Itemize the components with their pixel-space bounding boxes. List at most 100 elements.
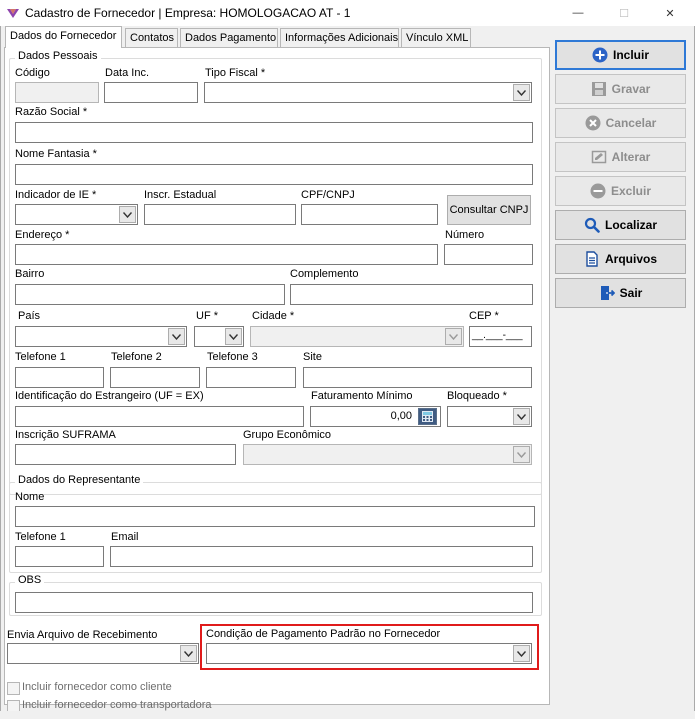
calculator-icon[interactable] bbox=[418, 408, 437, 425]
cep-field[interactable]: __.___-___ bbox=[469, 326, 532, 347]
representante-legend: Dados do Representante bbox=[15, 474, 144, 486]
ident-estrangeiro-field[interactable] bbox=[15, 406, 304, 427]
razao-social-label: Razão Social * bbox=[15, 106, 88, 118]
ident-estrangeiro-label: Identificação do Estrangeiro (UF = EX) bbox=[15, 390, 204, 402]
tab-dados-fornecedor[interactable]: Dados do Fornecedor bbox=[5, 26, 122, 48]
faturamento-minimo-label: Faturamento Mínimo bbox=[311, 390, 413, 402]
incluir-button[interactable]: Incluir bbox=[555, 40, 686, 70]
rep-telefone1-label: Telefone 1 bbox=[15, 531, 66, 543]
complemento-label: Complemento bbox=[290, 268, 359, 280]
sair-button[interactable]: Sair bbox=[555, 278, 686, 308]
complemento-field[interactable] bbox=[290, 284, 533, 305]
chevron-down-icon[interactable] bbox=[513, 84, 530, 101]
obs-legend: OBS bbox=[15, 574, 45, 586]
grupo-economico-select bbox=[243, 444, 532, 465]
tab-contatos[interactable]: Contatos bbox=[125, 28, 178, 47]
chevron-down-icon bbox=[513, 446, 530, 463]
gravar-button[interactable]: Gravar bbox=[555, 74, 686, 104]
tipo-fiscal-select[interactable] bbox=[204, 82, 532, 103]
inscr-estadual-label: Inscr. Estadual bbox=[144, 189, 217, 201]
dados-pessoais-legend: Dados Pessoais bbox=[15, 50, 101, 62]
codigo-label: Código bbox=[15, 67, 50, 79]
search-icon bbox=[584, 217, 600, 233]
envia-arquivo-label: Envia Arquivo de Recebimento bbox=[7, 629, 158, 641]
cidade-select bbox=[250, 326, 464, 347]
cpf-cnpj-label: CPF/CNPJ bbox=[301, 189, 355, 201]
tab-dados-pagamento[interactable]: Dados Pagamento bbox=[180, 28, 278, 47]
plus-circle-icon bbox=[592, 47, 608, 63]
incluir-cliente-checkbox[interactable] bbox=[7, 682, 20, 695]
bairro-label: Bairro bbox=[15, 268, 45, 280]
codigo-field bbox=[15, 82, 99, 103]
inscricao-suframa-label: Inscrição SUFRAMA bbox=[15, 429, 116, 441]
localizar-button[interactable]: Localizar bbox=[555, 210, 686, 240]
pais-label: País bbox=[18, 310, 41, 322]
rep-email-field[interactable] bbox=[110, 546, 533, 567]
site-label: Site bbox=[303, 351, 322, 363]
alterar-button[interactable]: Alterar bbox=[555, 142, 686, 172]
numero-field[interactable] bbox=[444, 244, 533, 265]
telefone2-field[interactable] bbox=[110, 367, 200, 388]
condicao-pagamento-select[interactable] bbox=[206, 643, 532, 664]
minimize-button[interactable]: — bbox=[555, 0, 601, 26]
condicao-pagamento-label: Condição de Pagamento Padrão no Forneced… bbox=[206, 628, 441, 640]
cpf-cnpj-field[interactable] bbox=[301, 204, 438, 225]
close-button[interactable]: ✕ bbox=[647, 0, 693, 26]
grupo-economico-label: Grupo Econômico bbox=[243, 429, 332, 441]
telefone1-field[interactable] bbox=[15, 367, 104, 388]
chevron-down-icon bbox=[445, 328, 462, 345]
chevron-down-icon[interactable] bbox=[180, 645, 197, 662]
data-inc-field[interactable] bbox=[104, 82, 198, 103]
tab-informacoes-adicionais[interactable]: Informações Adicionais bbox=[280, 28, 399, 47]
bairro-field[interactable] bbox=[15, 284, 285, 305]
rep-nome-label: Nome bbox=[15, 491, 45, 503]
rep-nome-field[interactable] bbox=[15, 506, 535, 527]
inscr-estadual-field[interactable] bbox=[144, 204, 296, 225]
chevron-down-icon[interactable] bbox=[168, 328, 185, 345]
close-icon: ✕ bbox=[665, 7, 675, 20]
cidade-label: Cidade * bbox=[252, 310, 295, 322]
window-title: Cadastro de Fornecedor | Empresa: HOMOLO… bbox=[25, 6, 351, 20]
site-field[interactable] bbox=[303, 367, 532, 388]
maximize-icon: ☐ bbox=[619, 7, 629, 20]
edit-icon bbox=[591, 150, 606, 164]
uf-label: UF * bbox=[196, 310, 218, 322]
consultar-cnpj-button[interactable]: Consultar CNPJ bbox=[447, 195, 531, 225]
chevron-down-icon[interactable] bbox=[513, 645, 530, 662]
rep-telefone1-field[interactable] bbox=[15, 546, 104, 567]
excluir-button[interactable]: Excluir bbox=[555, 176, 686, 206]
arquivos-button[interactable]: Arquivos bbox=[555, 244, 686, 274]
obs-field[interactable] bbox=[15, 592, 533, 613]
title-bar: Cadastro de Fornecedor | Empresa: HOMOLO… bbox=[0, 0, 695, 26]
endereco-field[interactable] bbox=[15, 244, 438, 265]
tipo-fiscal-label: Tipo Fiscal * bbox=[205, 67, 266, 79]
bloqueado-select[interactable] bbox=[447, 406, 532, 427]
indicador-ie-select[interactable] bbox=[15, 204, 138, 225]
status-bar bbox=[0, 711, 695, 719]
razao-social-field[interactable] bbox=[15, 122, 533, 143]
telefone3-field[interactable] bbox=[206, 367, 296, 388]
rep-email-label: Email bbox=[111, 531, 139, 543]
chevron-down-icon[interactable] bbox=[225, 328, 242, 345]
save-icon bbox=[591, 82, 606, 96]
maximize-button[interactable]: ☐ bbox=[601, 0, 647, 26]
chevron-down-icon[interactable] bbox=[119, 206, 136, 223]
incluir-transportadora-label: Incluir fornecedor como transportadora bbox=[22, 699, 212, 711]
uf-select[interactable] bbox=[194, 326, 244, 347]
document-icon bbox=[586, 251, 598, 267]
telefone3-label: Telefone 3 bbox=[207, 351, 258, 363]
numero-label: Número bbox=[445, 229, 485, 241]
inscricao-suframa-field[interactable] bbox=[15, 444, 236, 465]
telefone2-label: Telefone 2 bbox=[111, 351, 162, 363]
telefone1-label: Telefone 1 bbox=[15, 351, 66, 363]
cep-label: CEP * bbox=[469, 310, 499, 322]
bloqueado-label: Bloqueado * bbox=[447, 390, 507, 402]
envia-arquivo-select[interactable] bbox=[7, 643, 199, 664]
endereco-label: Endereço * bbox=[15, 229, 70, 241]
pais-select[interactable] bbox=[15, 326, 187, 347]
chevron-down-icon[interactable] bbox=[513, 408, 530, 425]
data-inc-label: Data Inc. bbox=[105, 67, 150, 79]
tab-vinculo-xml[interactable]: Vínculo XML bbox=[401, 28, 471, 47]
cancelar-button[interactable]: Cancelar bbox=[555, 108, 686, 138]
nome-fantasia-field[interactable] bbox=[15, 164, 533, 185]
